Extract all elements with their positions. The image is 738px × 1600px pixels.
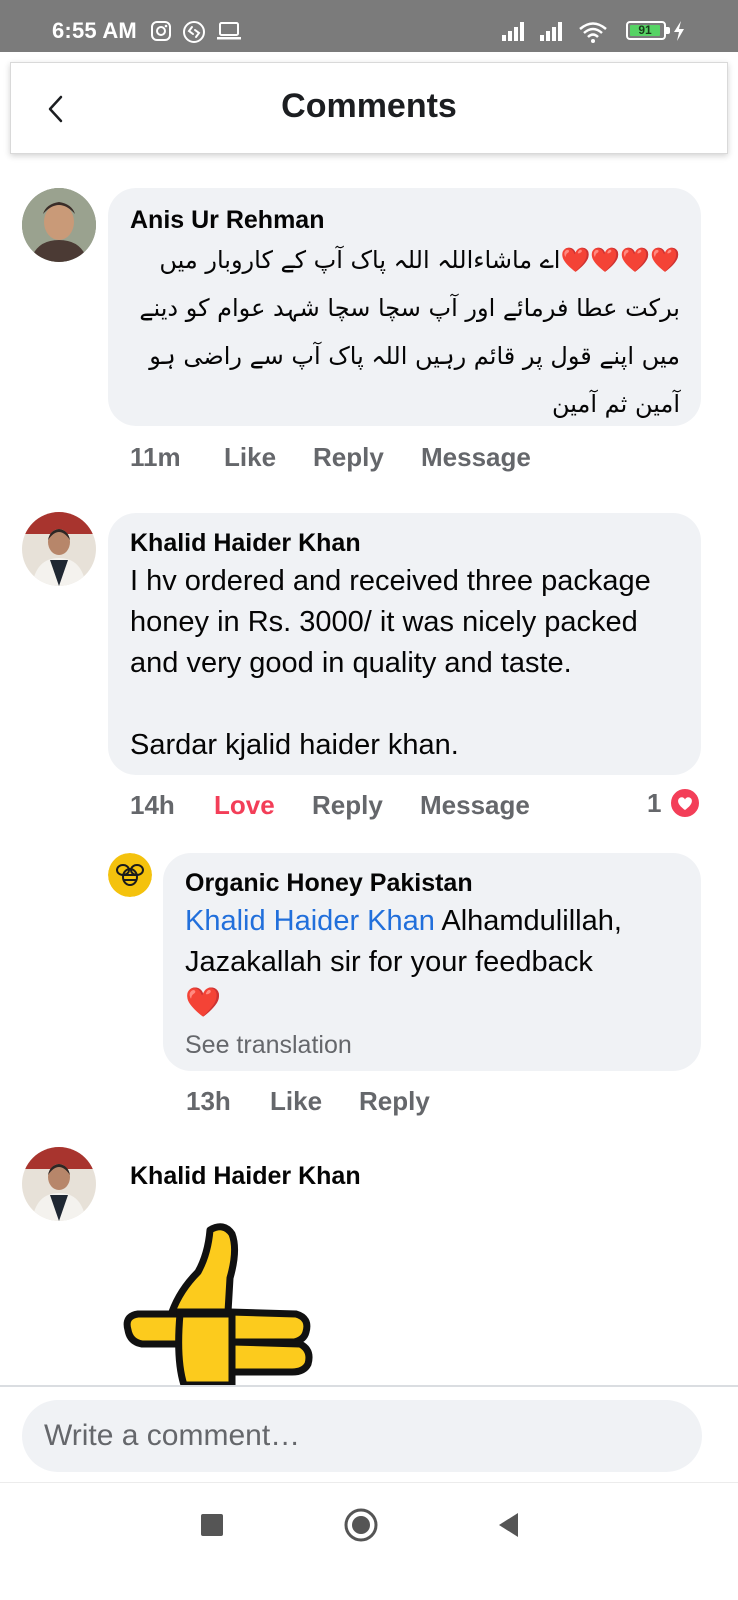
charging-icon xyxy=(674,21,684,41)
reply-button[interactable]: Reply xyxy=(359,1086,430,1117)
status-bar: 6:55 AM 91 xyxy=(0,0,738,52)
comment-bubble[interactable]: Khalid Haider Khan I hv ordered and rece… xyxy=(108,513,701,775)
comment-text: ❤️❤️❤️❤️اے ماشاءاللہ اللہ پاک آپ کے کارو… xyxy=(139,246,680,418)
square-icon[interactable] xyxy=(200,1513,224,1537)
instagram-icon xyxy=(151,21,171,41)
reply-timestamp: 13h xyxy=(186,1086,231,1116)
like-button[interactable]: Like xyxy=(270,1086,322,1117)
page-avatar[interactable] xyxy=(108,853,152,897)
avatar[interactable] xyxy=(22,188,96,262)
reply-button[interactable]: Reply xyxy=(312,790,383,821)
see-translation-link[interactable]: See translation xyxy=(185,1031,352,1060)
comment-input[interactable] xyxy=(44,1400,674,1472)
reaction-count[interactable]: 1 xyxy=(647,788,661,819)
composer-divider xyxy=(0,1385,738,1387)
avatar[interactable] xyxy=(22,1147,96,1221)
battery-level: 91 xyxy=(638,23,652,37)
reply-bubble[interactable]: Organic Honey Pakistan Khalid Haider Kha… xyxy=(163,853,701,1071)
signal-icon xyxy=(540,22,562,41)
like-button[interactable]: Like xyxy=(224,442,276,473)
reply-text: Khalid Haider Khan Alhamdulillah, Jazaka… xyxy=(185,901,685,983)
comment-timestamp: 11m xyxy=(130,442,181,472)
comment-timestamp: 14h xyxy=(130,790,175,820)
status-time: 6:55 AM xyxy=(52,18,137,43)
triangle-back-icon[interactable] xyxy=(496,1511,522,1539)
reply-emoji: ❤️ xyxy=(185,987,222,1019)
reply-button[interactable]: Reply xyxy=(313,442,384,473)
message-button[interactable]: Message xyxy=(420,790,530,821)
comment-author[interactable]: Khalid Haider Khan xyxy=(130,529,361,558)
signal-icon xyxy=(502,22,524,41)
message-button[interactable]: Message xyxy=(421,442,531,473)
system-nav-bar xyxy=(0,1482,738,1600)
laptop-icon xyxy=(217,22,241,40)
shazam-icon xyxy=(183,21,205,43)
comment-text-signature: Sardar kjalid haider khan. xyxy=(130,729,459,761)
love-reaction-icon[interactable] xyxy=(668,786,702,820)
comment-author[interactable]: Khalid Haider Khan xyxy=(130,1162,361,1191)
wifi-icon xyxy=(579,22,607,43)
comments-header: Comments xyxy=(10,62,728,154)
comment-composer[interactable] xyxy=(22,1400,702,1472)
circle-icon[interactable] xyxy=(343,1507,379,1543)
page-title: Comments xyxy=(281,87,457,125)
comment-author[interactable]: Anis Ur Rehman xyxy=(130,206,324,235)
avatar[interactable] xyxy=(22,512,96,586)
comment-text: I hv ordered and received three package … xyxy=(130,565,651,679)
mention-link[interactable]: Khalid Haider Khan xyxy=(185,905,435,937)
comment-bubble[interactable]: Anis Ur Rehman ❤️❤️❤️❤️اے ماشاءاللہ اللہ… xyxy=(108,188,701,426)
reply-author[interactable]: Organic Honey Pakistan xyxy=(185,869,473,898)
battery-icon: 91 xyxy=(626,21,670,40)
thumbs-up-sticker xyxy=(123,1223,313,1385)
love-button[interactable]: Love xyxy=(214,790,275,821)
